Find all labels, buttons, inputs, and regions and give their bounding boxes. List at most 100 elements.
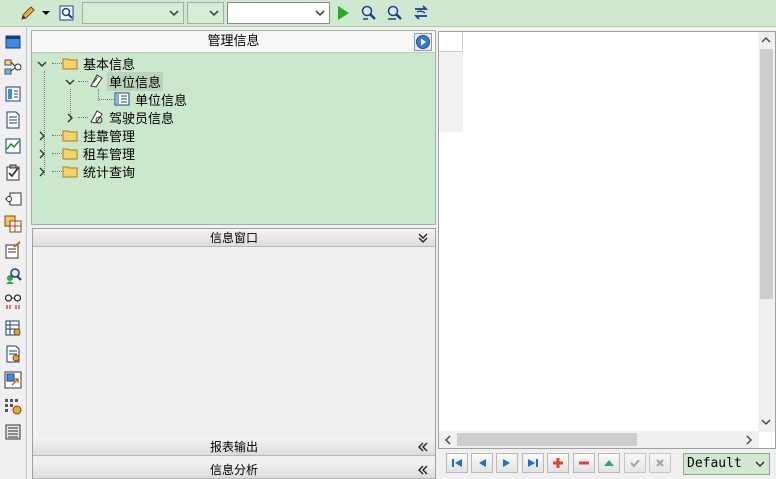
grid-doc-icon[interactable] <box>4 319 22 337</box>
first-record-icon <box>452 459 462 467</box>
data-grid[interactable] <box>438 31 776 449</box>
tree-item[interactable]: 单位信息 <box>88 71 164 91</box>
style-select-value: Default <box>687 456 742 471</box>
report-output-bar[interactable]: 报表输出 <box>33 438 435 456</box>
prev-record-button[interactable] <box>471 453 493 473</box>
double-chevron-down-icon[interactable] <box>417 232 429 244</box>
last-record-button[interactable] <box>522 453 544 473</box>
horizontal-scrollbar[interactable] <box>439 431 759 448</box>
tree-item[interactable]: 统计查询 <box>62 162 137 181</box>
tree-connect-icon[interactable] <box>4 58 22 76</box>
next-record-icon <box>503 459 510 467</box>
vertical-scroll-thumb[interactable] <box>760 49 773 299</box>
tree-item-label: 驾驶员信息 <box>109 111 175 127</box>
chevron-right-icon[interactable] <box>37 149 47 159</box>
window-icon[interactable] <box>4 33 22 51</box>
unit-icon <box>90 74 103 88</box>
toolbar-combo-1[interactable] <box>82 2 184 24</box>
refresh-icon[interactable] <box>410 3 432 23</box>
scroll-left-icon[interactable] <box>444 435 452 445</box>
find-icon[interactable] <box>358 3 380 23</box>
tree-item[interactable]: 单位信息 <box>114 90 189 109</box>
edit-record-button[interactable] <box>598 453 620 473</box>
driver-icon <box>90 110 103 124</box>
first-record-button[interactable] <box>446 453 468 473</box>
tree-item[interactable]: 基本信息 <box>62 54 137 73</box>
tree-item-label: 单位信息 <box>135 93 188 109</box>
info-window: 信息窗口 报表输出 信息分析 <box>32 228 436 479</box>
chevron-down-icon <box>755 461 765 467</box>
edit-doc-icon[interactable] <box>4 241 22 259</box>
toolbar-combo-2[interactable] <box>187 2 224 24</box>
play-circle-icon[interactable] <box>414 33 432 51</box>
double-chevron-left-icon[interactable] <box>417 441 429 453</box>
user-search-icon[interactable] <box>4 267 22 285</box>
dropdown-arrow-icon[interactable] <box>40 3 52 23</box>
scroll-right-icon[interactable] <box>745 435 753 445</box>
tree-guide-line <box>52 171 62 172</box>
cancel-record-button[interactable] <box>649 453 671 473</box>
form-icon[interactable] <box>4 85 22 103</box>
tree-item[interactable]: 租车管理 <box>62 144 137 163</box>
document-icon[interactable] <box>4 111 22 129</box>
up-icon <box>604 460 614 466</box>
table-copy-icon[interactable] <box>4 215 22 233</box>
tree-item[interactable]: 驾驶员信息 <box>88 108 176 127</box>
next-record-button[interactable] <box>496 453 518 473</box>
record-navigator: Default <box>438 449 776 479</box>
grid-corner-cell[interactable] <box>439 32 463 52</box>
tree-item-label: 单位信息 <box>107 71 164 91</box>
search-doc-icon[interactable] <box>57 3 77 23</box>
app-window: 管理信息 基本信息 单位信息 单位信息 驾驶员信息 挂靠管理 租车管理 统计查询… <box>0 0 776 479</box>
double-chevron-left-icon[interactable] <box>417 464 429 476</box>
add-record-button[interactable] <box>547 453 569 473</box>
chevron-down-icon[interactable] <box>65 77 75 87</box>
tree-guide-line <box>52 135 62 136</box>
tree-item[interactable]: 挂靠管理 <box>62 126 137 145</box>
print-icon[interactable] <box>4 423 22 441</box>
tree-guide-line <box>78 81 88 82</box>
cancel-icon <box>656 459 664 467</box>
style-select[interactable]: Default <box>683 453 770 475</box>
tree-guide-line <box>44 71 45 175</box>
vertical-scrollbar[interactable] <box>758 32 775 432</box>
delete-record-button[interactable] <box>573 453 595 473</box>
chart-icon[interactable] <box>4 137 22 155</box>
folder-icon <box>62 166 78 178</box>
chevron-right-icon[interactable] <box>37 167 47 177</box>
tree-guide-line <box>52 63 62 64</box>
glasses-icon[interactable] <box>4 293 22 311</box>
management-panel-header: 管理信息 <box>32 31 435 53</box>
info-analysis-bar[interactable]: 信息分析 <box>33 461 435 479</box>
chevron-right-icon[interactable] <box>37 131 47 141</box>
delete-icon <box>579 461 589 465</box>
grid-settings-icon[interactable] <box>4 398 22 416</box>
folder-icon <box>62 130 78 142</box>
chevron-down-icon <box>209 10 219 17</box>
horizontal-scroll-thumb[interactable] <box>457 433 637 446</box>
scroll-up-icon[interactable] <box>761 36 771 44</box>
info-window-header[interactable]: 信息窗口 <box>33 229 435 247</box>
tree-item-label: 租车管理 <box>83 147 136 163</box>
last-record-icon <box>528 459 538 467</box>
confirm-icon <box>630 459 640 468</box>
link-icon[interactable] <box>4 190 22 208</box>
scroll-down-icon[interactable] <box>761 418 771 426</box>
toolbar <box>0 0 776 27</box>
tree-item-label: 基本信息 <box>83 57 136 73</box>
confirm-record-button[interactable] <box>624 453 646 473</box>
run-icon[interactable] <box>334 3 352 23</box>
chevron-right-icon[interactable] <box>65 113 75 123</box>
report-icon[interactable] <box>4 345 22 363</box>
chevron-down-icon[interactable] <box>37 59 47 69</box>
info-analysis-label: 信息分析 <box>209 463 258 477</box>
pencil-icon[interactable] <box>18 3 38 23</box>
checklist-icon[interactable] <box>4 163 22 181</box>
info-window-title: 信息窗口 <box>209 231 258 245</box>
tree-item-label: 统计查询 <box>83 165 136 181</box>
find-next-icon[interactable] <box>384 3 406 23</box>
toolbar-combo-3[interactable] <box>227 2 330 24</box>
info-window-body <box>35 248 433 436</box>
folder-icon <box>62 58 78 70</box>
export-icon[interactable] <box>4 371 22 389</box>
